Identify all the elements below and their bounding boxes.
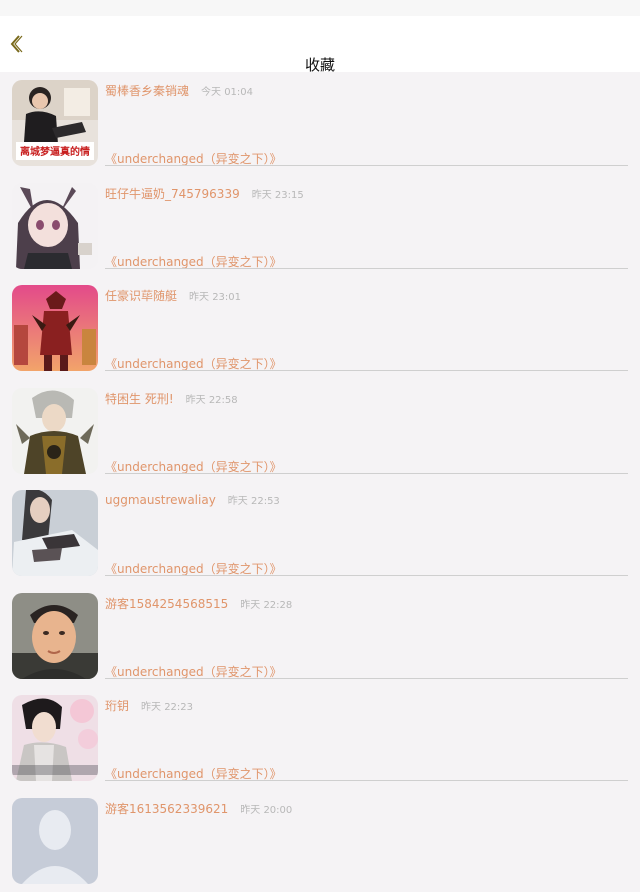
username: 任豪识荜随艇昨天 23:01 <box>105 287 241 304</box>
list-item[interactable]: 任豪识荜随艇昨天 23:01 《underchanged（异变之下）》 <box>0 277 640 380</box>
divider <box>105 678 628 679</box>
timestamp: 昨天 22:58 <box>186 395 238 406</box>
timestamp: 昨天 23:01 <box>189 292 241 303</box>
avatar[interactable] <box>12 285 98 371</box>
list-item[interactable]: 游客1613562339621昨天 20:00 <box>0 790 640 892</box>
chevron-left-icon <box>4 32 28 56</box>
divider <box>105 268 628 269</box>
timestamp: 昨天 22:23 <box>141 702 193 713</box>
username: 游客1613562339621昨天 20:00 <box>105 800 292 817</box>
avatar[interactable] <box>12 695 98 781</box>
timestamp: 昨天 20:00 <box>240 805 292 816</box>
divider <box>105 370 628 371</box>
divider <box>105 165 628 166</box>
list-item[interactable]: 珩钥昨天 22:23 《underchanged（异变之下）》 <box>0 687 640 790</box>
list-item[interactable]: uggmaustrewaliay昨天 22:53 《underchanged（异… <box>0 482 640 585</box>
timestamp: 今天 01:04 <box>201 87 253 98</box>
list-item[interactable]: 特困生 死刑!昨天 22:58 《underchanged（异变之下）》 <box>0 380 640 483</box>
divider <box>105 575 628 576</box>
list-item[interactable]: 离城梦逼真的情 蜀棒香乡秦销魂今天 01:04 《underchanged（异变… <box>0 72 640 175</box>
navigation-bar: 收藏 <box>0 16 640 72</box>
list-item[interactable]: 游客1584254568515昨天 22:28 《underchanged（异变… <box>0 585 640 688</box>
avatar[interactable] <box>12 593 98 679</box>
divider <box>105 473 628 474</box>
timestamp: 昨天 22:53 <box>228 496 280 507</box>
favorites-list: 离城梦逼真的情 蜀棒香乡秦销魂今天 01:04 《underchanged（异变… <box>0 72 640 892</box>
timestamp: 昨天 22:28 <box>240 600 292 611</box>
username: uggmaustrewaliay昨天 22:53 <box>105 492 280 507</box>
username: 游客1584254568515昨天 22:28 <box>105 595 292 612</box>
username: 旺仔牛逼奶_745796339昨天 23:15 <box>105 185 304 202</box>
list-item[interactable]: 旺仔牛逼奶_745796339昨天 23:15 《underchanged（异变… <box>0 175 640 278</box>
avatar[interactable] <box>12 798 98 884</box>
avatar[interactable] <box>12 388 98 474</box>
status-bar <box>0 0 640 16</box>
back-button[interactable] <box>4 32 28 56</box>
svg-text:离城梦逼真的情: 离城梦逼真的情 <box>20 145 90 158</box>
username: 蜀棒香乡秦销魂今天 01:04 <box>105 82 253 99</box>
avatar[interactable] <box>12 183 98 269</box>
username: 特困生 死刑!昨天 22:58 <box>105 390 238 407</box>
timestamp: 昨天 23:15 <box>252 190 304 201</box>
divider <box>105 780 628 781</box>
avatar[interactable] <box>12 490 98 576</box>
avatar[interactable]: 离城梦逼真的情 <box>12 80 98 166</box>
username: 珩钥昨天 22:23 <box>105 697 193 714</box>
